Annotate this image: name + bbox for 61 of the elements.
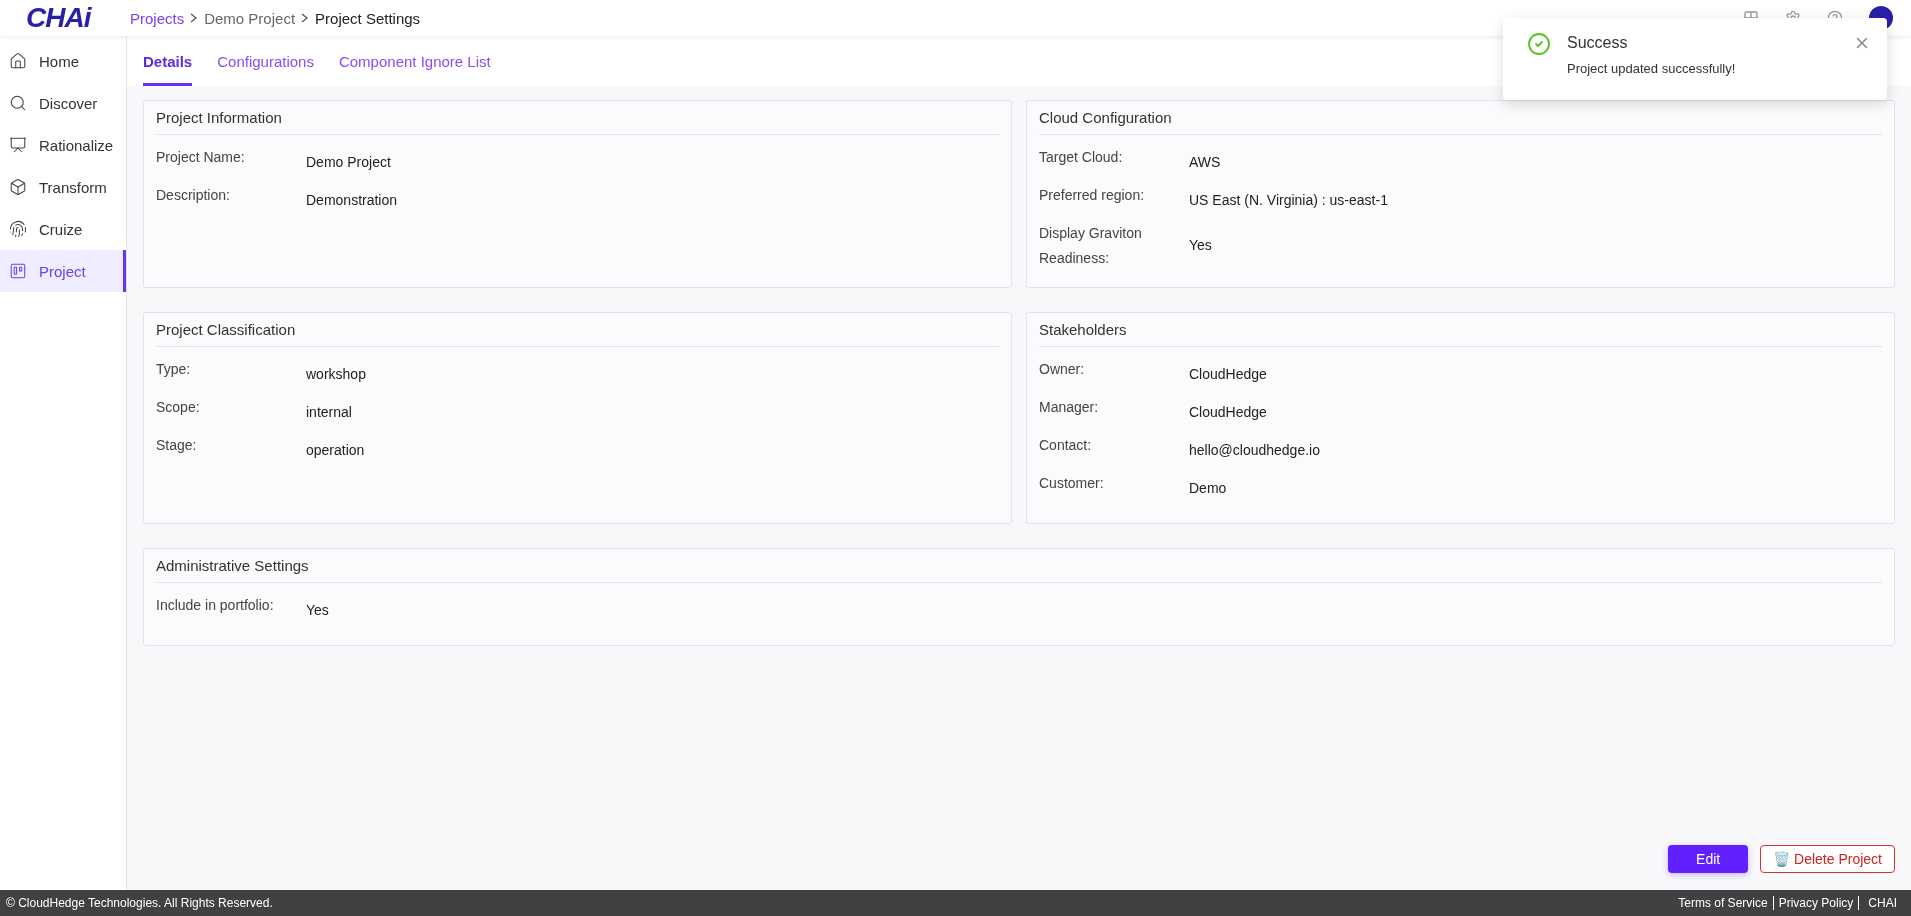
copyright-text: © CloudHedge Technologies. All Rights Reserved.: [6, 896, 273, 910]
field-value: hello@cloudhedge.io: [1189, 442, 1320, 458]
tab[interactable]: Component Ignore List: [338, 36, 491, 86]
field-label: Target Cloud:: [1039, 148, 1124, 167]
field-label: Contact:: [1039, 436, 1093, 455]
field-value: AWS: [1189, 154, 1221, 170]
cube-icon: [9, 178, 27, 196]
field-label: Preferred region:: [1039, 186, 1146, 205]
sidebar-item[interactable]: Home: [0, 40, 126, 82]
field-value: US East (N. Virginia) : us-east-1: [1189, 192, 1388, 208]
field-label: Project Name:: [156, 148, 246, 167]
sidebar-item[interactable]: Rationalize: [0, 124, 126, 166]
card-title: Stakeholders: [1039, 321, 1882, 347]
magnifier-icon: [9, 94, 27, 112]
field-label: Type:: [156, 360, 192, 379]
field-value: Demonstration: [306, 192, 398, 208]
card-title: Project Classification: [156, 321, 999, 347]
field-value: Demo Project: [306, 154, 391, 170]
field-value: CloudHedge: [1189, 404, 1267, 420]
board-icon: [9, 262, 27, 280]
chevron-icon: [301, 13, 310, 23]
edit-button[interactable]: Edit: [1668, 845, 1749, 873]
sidebar-item[interactable]: Project: [0, 250, 126, 292]
field-label: Include in portfolio:: [156, 596, 275, 615]
field-label: Scope:: [156, 398, 201, 417]
field-value: workshop: [306, 366, 366, 382]
toast-title: Success: [1567, 34, 1629, 52]
tab[interactable]: Details: [143, 36, 193, 86]
card-title: Project Information: [156, 109, 999, 135]
check-icon: [1527, 32, 1551, 56]
card-title: Cloud Configuration: [1039, 109, 1882, 135]
chai-logo: CHAi: [25, 2, 93, 34]
footer-link[interactable]: Privacy Policy: [1772, 896, 1859, 910]
chevron-icon: [190, 13, 199, 23]
footer-link[interactable]: CHAI: [1858, 896, 1905, 910]
fingerprint-icon: [9, 220, 27, 238]
field-value: CloudHedge: [1189, 366, 1267, 382]
breadcrumb-item: Demo Project: [204, 9, 296, 27]
toast-message: Project updated successfully!: [1567, 61, 1736, 76]
field-value: internal: [306, 404, 352, 420]
field-label: Description:: [156, 186, 231, 205]
sidebar-item[interactable]: Discover: [0, 82, 126, 124]
field-label: Stage:: [156, 436, 198, 455]
presentation-icon: [9, 136, 27, 154]
breadcrumb-link[interactable]: Projects: [130, 9, 185, 27]
field-value: Demo: [1189, 480, 1227, 496]
home-icon: [9, 52, 27, 70]
field-value: Yes: [306, 602, 329, 618]
breadcrumb-item: Project Settings: [315, 9, 421, 27]
field-label: Manager:: [1039, 398, 1100, 417]
field-label: Display Graviton Readiness:: [1039, 224, 1143, 268]
field-label: Owner:: [1039, 360, 1086, 379]
field-value: operation: [306, 442, 365, 458]
card-title: Administrative Settings: [156, 557, 1882, 583]
footer-link[interactable]: Terms of Service: [1673, 896, 1773, 910]
delete-button[interactable]: 🗑 Delete Project: [1760, 845, 1895, 873]
sidebar-item[interactable]: Transform: [0, 166, 126, 208]
field-value: Yes: [1189, 237, 1212, 253]
sidebar-item[interactable]: Cruize: [0, 208, 126, 250]
field-label: Customer:: [1039, 474, 1105, 493]
tab[interactable]: Configurations: [217, 36, 314, 86]
